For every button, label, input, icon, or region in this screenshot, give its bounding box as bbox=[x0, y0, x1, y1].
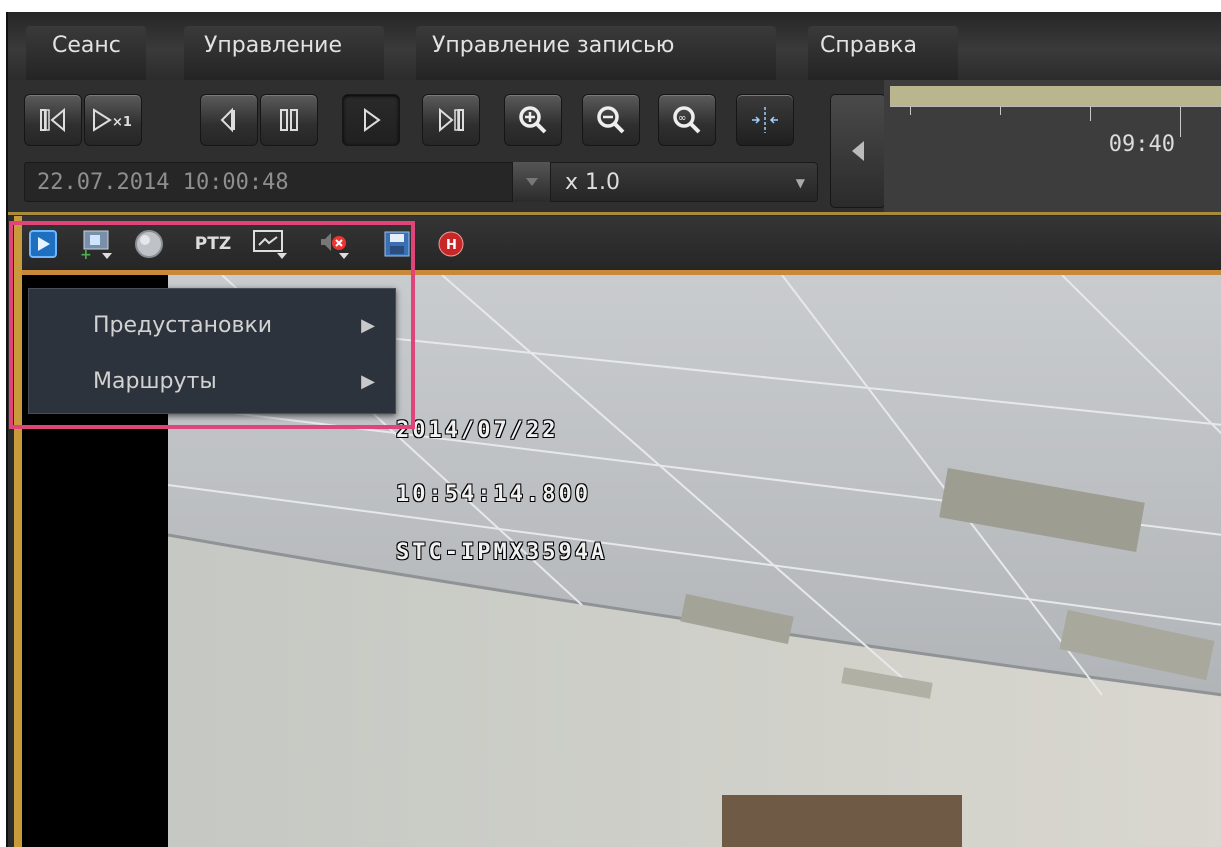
split-button[interactable] bbox=[736, 94, 794, 146]
menu-help[interactable]: Справка bbox=[806, 12, 931, 80]
zoom-fit-button[interactable]: ∞ bbox=[658, 94, 716, 146]
timeline-ruler bbox=[890, 106, 1221, 137]
speed-select[interactable]: x 1.0 ▼ bbox=[550, 162, 818, 202]
speed-x1-label: ×1 bbox=[112, 115, 132, 130]
zoom-in-button[interactable] bbox=[504, 94, 562, 146]
menu-record-control[interactable]: Управление записью bbox=[418, 12, 688, 80]
play-button[interactable] bbox=[342, 94, 400, 146]
play-speed-x1-icon: ×1 bbox=[93, 108, 132, 132]
zoom-in-icon bbox=[519, 106, 547, 134]
datetime-picker-button[interactable] bbox=[512, 162, 551, 202]
pause-icon bbox=[280, 109, 298, 131]
record-h-label: H bbox=[446, 238, 457, 253]
split-view-icon bbox=[752, 107, 778, 133]
chevron-down-icon: ▼ bbox=[795, 176, 805, 190]
zoom-fit-icon: ∞ bbox=[673, 106, 701, 134]
timeline-time-label: 09:40 bbox=[1108, 132, 1175, 157]
step-back-button[interactable] bbox=[200, 94, 258, 146]
app-window: Сеанс Управление Управление записью Спра… bbox=[6, 12, 1221, 847]
chevron-left-icon bbox=[852, 141, 864, 161]
go-start-button[interactable] bbox=[24, 94, 82, 146]
svg-text:∞: ∞ bbox=[678, 113, 686, 124]
record-h-icon[interactable]: H bbox=[434, 228, 468, 260]
menu-bar: Сеанс Управление Управление записью Спра… bbox=[8, 12, 1221, 81]
timeline-back-button[interactable] bbox=[830, 94, 886, 208]
osd-camera-name: STC-IPMX3594A bbox=[396, 540, 608, 565]
osd-date: 2014/07/22 bbox=[396, 418, 559, 443]
highlight-box bbox=[9, 221, 415, 429]
chevron-down-icon bbox=[526, 178, 538, 186]
skip-to-start-icon bbox=[40, 107, 65, 133]
pause-button[interactable] bbox=[260, 94, 318, 146]
osd-time: 10:54:14.800 bbox=[396, 482, 591, 507]
menu-control[interactable]: Управление bbox=[190, 12, 356, 80]
datetime-field[interactable]: 22.07.2014 10:00:48 bbox=[24, 162, 554, 202]
divider bbox=[8, 212, 1221, 215]
playback-toolbar: ×1 ∞ 22.07.2014 10:00:48 x 1.0 ▼ 09:40 bbox=[8, 80, 1221, 214]
go-end-button[interactable] bbox=[422, 94, 480, 146]
timeline[interactable]: 09:40 bbox=[884, 80, 1221, 214]
step-back-icon bbox=[220, 107, 235, 133]
play-icon bbox=[364, 108, 381, 132]
zoom-out-button[interactable] bbox=[582, 94, 640, 146]
zoom-out-icon bbox=[597, 106, 625, 134]
speed-value: x 1.0 bbox=[565, 170, 620, 195]
skip-to-end-icon bbox=[439, 107, 464, 133]
timeline-record-bar bbox=[890, 86, 1221, 106]
play-x1-button[interactable]: ×1 bbox=[84, 94, 142, 146]
menu-session[interactable]: Сеанс bbox=[38, 12, 135, 80]
